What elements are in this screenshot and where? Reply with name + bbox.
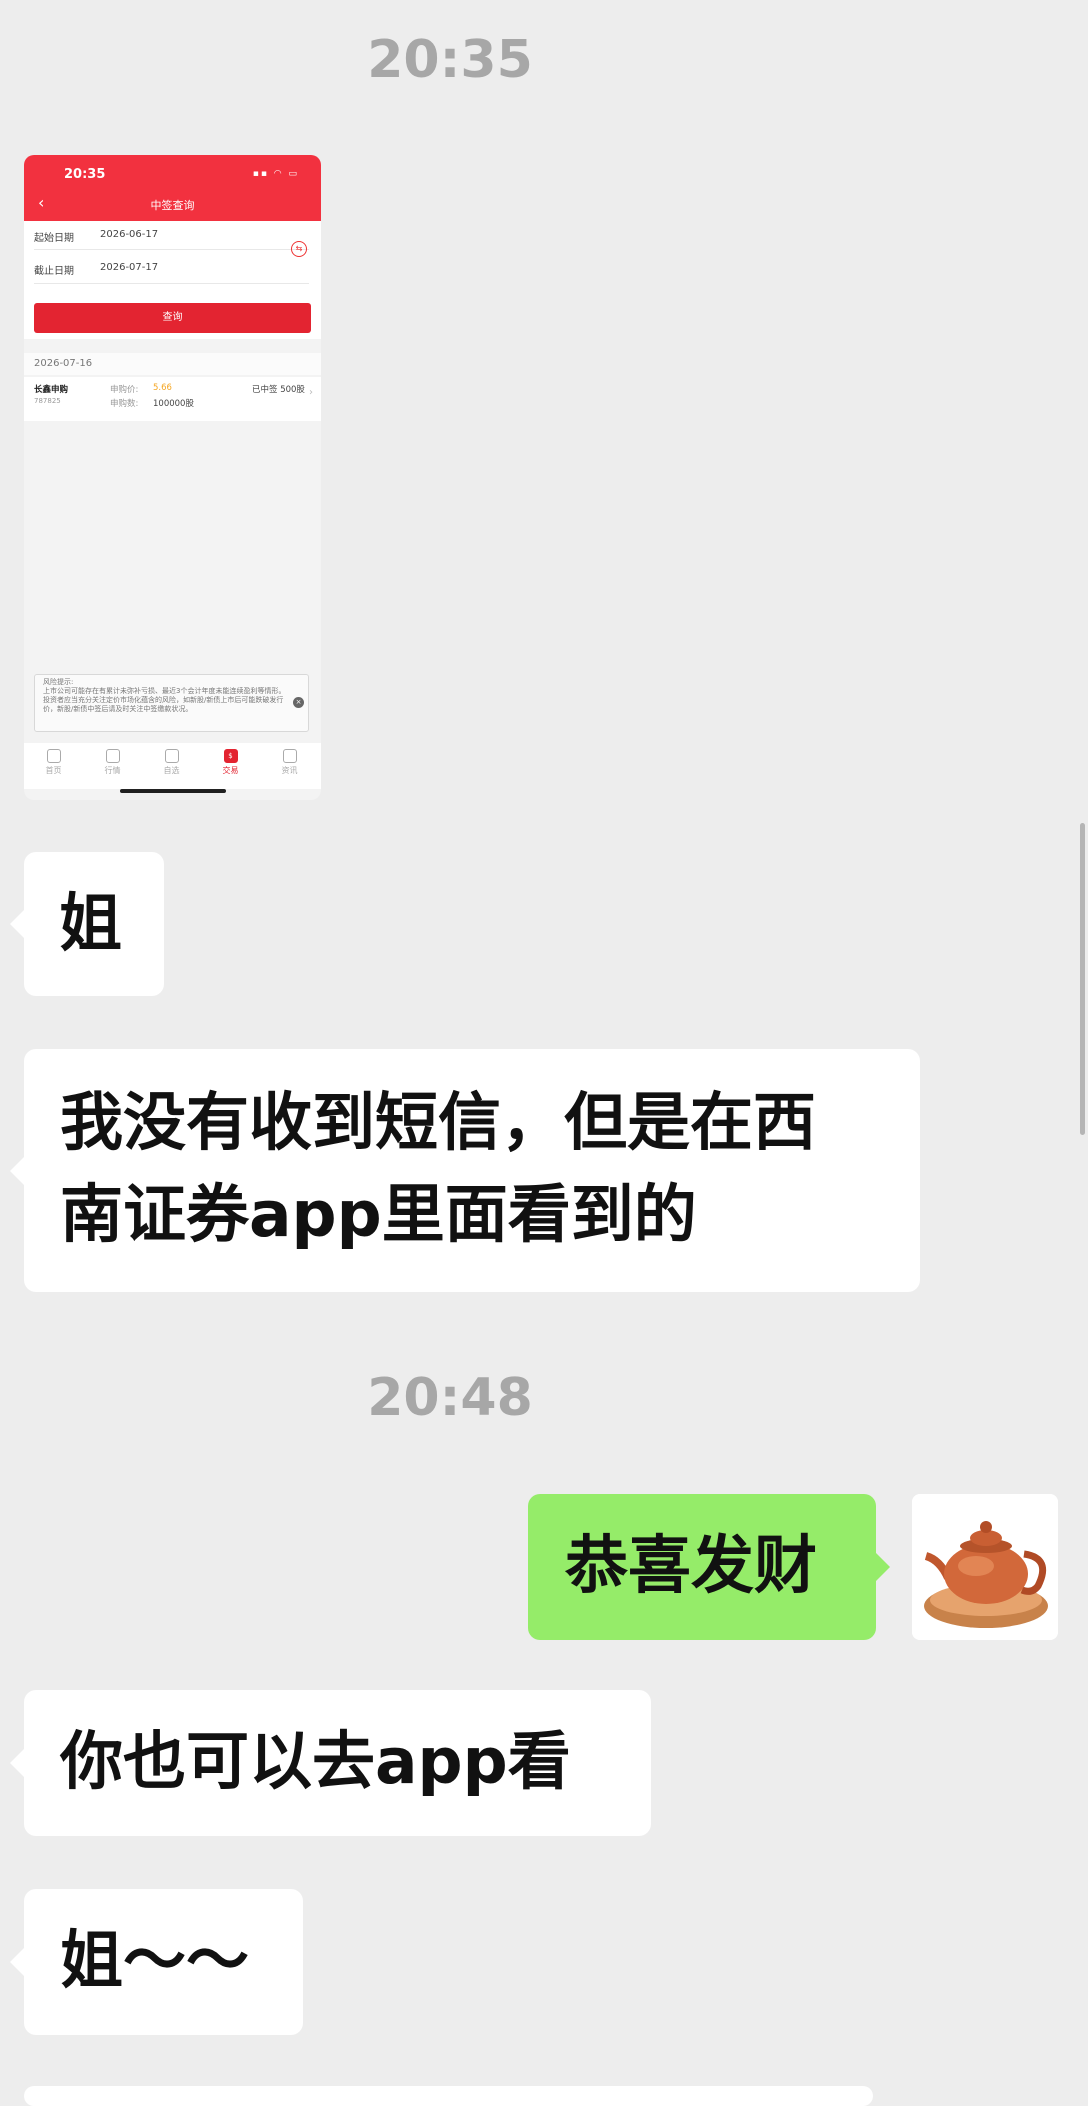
teapot-icon (912, 1494, 1058, 1640)
message-text: 恭喜发财 (565, 1529, 817, 1602)
message-text-line1: 我没有收到短信，但是在西 (60, 1086, 816, 1159)
trade-icon: $ (223, 749, 238, 763)
risk-text: 上市公司可能存在有累计未弥补亏损、最近3个会计年度未能连续盈利等情形。投资者应当… (43, 687, 286, 713)
message-bubble-incoming[interactable]: 姐～～ (10, 1889, 303, 2035)
timestamp: 20:35 (367, 30, 533, 90)
message-bubble-incoming[interactable]: 我没有收到短信，但是在西 南证券app里面看到的 (10, 1049, 920, 1292)
screen-title: 中签查询 (150, 199, 195, 212)
tab-trade[interactable]: $ 交易 (201, 743, 260, 776)
tab-news[interactable]: 资讯 (260, 743, 319, 776)
start-date-label: 起始日期 (34, 233, 74, 244)
message-bubble-incoming[interactable]: 你也可以去app看 (10, 1690, 651, 1836)
tab-bar: 首页 行情 自选 $ 交易 资讯 (24, 743, 321, 789)
user-avatar[interactable] (912, 1494, 1058, 1640)
query-button[interactable]: 查询 (34, 303, 311, 333)
scrollbar[interactable] (1080, 823, 1085, 1135)
result-date-header: 2026-07-16 (24, 353, 321, 375)
qty-value: 100000股 (153, 399, 194, 409)
end-date-value: 2026-07-17 (100, 262, 159, 273)
chevron-right-icon: › (309, 387, 313, 398)
message-bubble-incoming[interactable]: 姐 (10, 852, 164, 996)
qty-label: 申购数: (110, 399, 139, 409)
message-text: 姐 (59, 887, 122, 960)
tab-market[interactable]: 行情 (83, 743, 142, 776)
home-indicator (120, 789, 226, 793)
status-time: 20:35 (64, 167, 106, 182)
divider (34, 283, 309, 284)
message-text-line2: 南证券app里面看到的 (60, 1178, 697, 1251)
item-code: 787825 (34, 397, 61, 405)
chart-icon (105, 749, 120, 763)
battery-icon: ▪▪ ◠ ▭ (252, 169, 299, 179)
news-icon (282, 749, 297, 763)
swap-icon[interactable]: ⇆ (291, 241, 307, 257)
risk-title: 风险提示: (43, 678, 74, 686)
screenshot-image-message[interactable]: 20:35 ▪▪ ◠ ▭ ‹ 中签查询 起始日期 2026-06-17 截止日期… (24, 155, 321, 800)
price-label: 申购价: (110, 385, 139, 395)
win-status: 已中签 500股 (252, 385, 305, 395)
start-date-value: 2026-06-17 (100, 229, 159, 240)
end-date-label: 截止日期 (34, 266, 74, 277)
folder-icon (164, 749, 179, 763)
result-date: 2026-07-16 (34, 358, 93, 369)
status-bar: 20:35 ▪▪ ◠ ▭ ‹ 中签查询 (24, 155, 321, 221)
start-date-row[interactable]: 起始日期 2026-06-17 (34, 229, 158, 244)
close-icon[interactable]: × (293, 697, 304, 708)
divider (34, 249, 309, 250)
risk-notice: 风险提示: 上市公司可能存在有累计未弥补亏损、最近3个会计年度未能连续盈利等情形… (34, 674, 309, 732)
timestamp: 20:48 (367, 1368, 533, 1428)
message-bubble-outgoing[interactable]: 恭喜发财 (528, 1494, 890, 1640)
item-name: 长鑫申购 (34, 385, 69, 395)
tab-home[interactable]: 首页 (24, 743, 83, 776)
end-date-row[interactable]: 截止日期 2026-07-17 (34, 262, 158, 277)
result-item[interactable]: 长鑫申购 787825 申购价: 5.66 申购数: 100000股 已中签 5… (24, 377, 321, 421)
price-value: 5.66 (153, 383, 172, 393)
home-icon (46, 749, 61, 763)
tab-watchlist[interactable]: 自选 (142, 743, 201, 776)
message-bubble-partial (24, 2086, 873, 2106)
message-text: 姐～～ (60, 1924, 249, 1997)
message-text: 你也可以去app看 (60, 1725, 571, 1798)
